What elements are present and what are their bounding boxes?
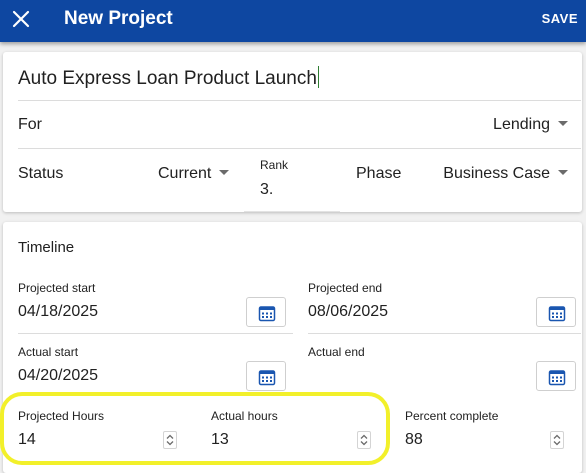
project-details-card: Auto Express Loan Product Launch For Len… — [3, 52, 582, 212]
percent-complete-label: Percent complete — [405, 409, 499, 423]
for-value: Lending — [493, 116, 550, 133]
projected-hours-stepper[interactable] — [163, 431, 177, 449]
text-caret — [317, 66, 319, 88]
up-down-arrows-icon — [553, 434, 561, 446]
status-value: Current — [158, 165, 212, 182]
actual-start-input[interactable]: 04/20/2025 — [18, 367, 98, 385]
calendar-icon — [258, 370, 276, 386]
projected-start-calendar-button[interactable] — [246, 297, 286, 327]
status-label: Status — [18, 165, 64, 182]
timeline-card: Timeline Projected start 04/18/2025 Proj… — [3, 222, 582, 473]
phase-label: Phase — [356, 165, 402, 182]
divider — [18, 333, 293, 334]
percent-complete-stepper[interactable] — [550, 431, 564, 449]
app-bar: New Project SAVE — [0, 0, 586, 42]
actual-start-calendar-button[interactable] — [246, 361, 286, 391]
calendar-icon — [548, 370, 566, 386]
actual-end-calendar-button[interactable] — [536, 361, 576, 391]
rank-label: Rank — [260, 158, 289, 172]
project-title-text: Auto Express Loan Product Launch — [18, 68, 317, 89]
divider — [18, 100, 581, 101]
phase-select[interactable]: Business Case — [443, 165, 568, 183]
projected-end-label: Projected end — [308, 281, 383, 295]
page-title: New Project — [64, 8, 173, 29]
actual-end-label: Actual end — [308, 345, 365, 359]
actual-hours-input[interactable]: 13 — [211, 431, 229, 449]
actual-start-label: Actual start — [18, 345, 79, 359]
up-down-arrows-icon — [166, 434, 174, 446]
for-label: For — [18, 116, 42, 133]
calendar-icon — [548, 306, 566, 322]
projected-hours-label: Projected Hours — [18, 409, 105, 423]
save-button[interactable]: SAVE — [542, 11, 578, 26]
rank-underline — [244, 211, 340, 212]
projected-end-calendar-button[interactable] — [536, 297, 576, 327]
up-down-arrows-icon — [360, 434, 368, 446]
project-title-input[interactable]: Auto Express Loan Product Launch — [18, 66, 319, 90]
actual-hours-stepper[interactable] — [357, 431, 371, 449]
dropdown-arrow-icon — [558, 170, 568, 175]
percent-complete-input[interactable]: 88 — [405, 431, 423, 449]
rank-input[interactable]: 3. — [260, 181, 273, 199]
divider — [308, 333, 581, 334]
projected-hours-input[interactable]: 14 — [18, 431, 36, 449]
calendar-icon — [258, 306, 276, 322]
actual-hours-label: Actual hours — [211, 409, 278, 423]
status-select[interactable]: Current — [158, 165, 230, 183]
projected-start-label: Projected start — [18, 281, 96, 295]
close-icon[interactable] — [10, 8, 32, 30]
timeline-heading: Timeline — [18, 239, 75, 256]
dropdown-arrow-icon — [558, 121, 568, 126]
dropdown-arrow-icon — [219, 170, 230, 175]
projected-end-input[interactable]: 08/06/2025 — [308, 303, 388, 321]
divider — [18, 148, 581, 149]
phase-value: Business Case — [443, 165, 550, 182]
for-select[interactable]: Lending — [493, 116, 568, 134]
projected-start-input[interactable]: 04/18/2025 — [18, 303, 98, 321]
